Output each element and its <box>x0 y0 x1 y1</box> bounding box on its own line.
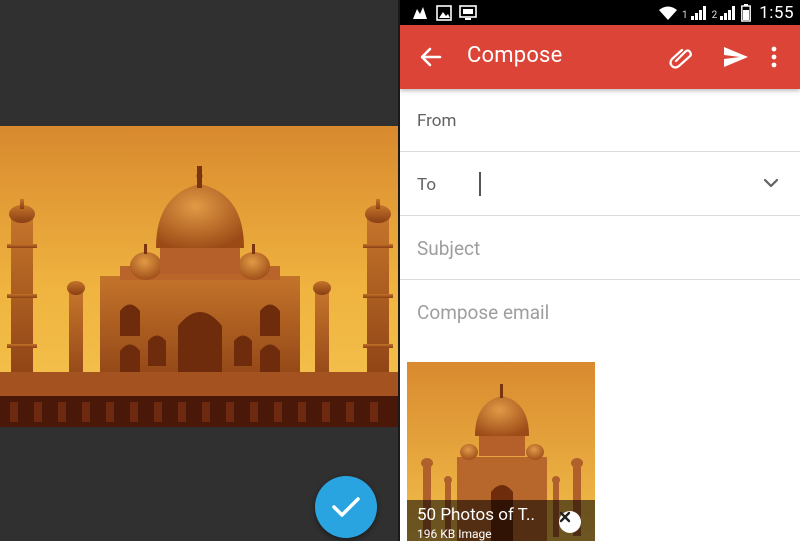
signal-icon <box>690 5 706 20</box>
attachment-meta: 196 KB Image <box>417 527 492 541</box>
gallery-notification-icon <box>436 4 452 21</box>
close-icon <box>559 511 571 523</box>
compose-body-input[interactable]: Compose email <box>417 301 549 324</box>
more-vert-icon[interactable] <box>768 44 780 70</box>
from-field[interactable]: From <box>400 89 800 152</box>
to-label: To <box>417 175 437 195</box>
sim2-label: 2 <box>711 10 718 21</box>
notification-app-icon <box>413 6 427 19</box>
page-title: Compose <box>467 43 563 68</box>
confirm-fab[interactable] <box>315 476 377 538</box>
battery-icon <box>741 3 752 22</box>
chevron-down-icon[interactable] <box>763 175 779 191</box>
app-bar: Compose <box>400 25 800 89</box>
attachment-card[interactable]: 50 Photos of T.. 196 KB Image <box>407 362 595 541</box>
attachment-info-bar: 50 Photos of T.. 196 KB Image <box>407 500 595 541</box>
photo-viewer <box>0 0 398 541</box>
subject-placeholder: Subject <box>417 237 481 260</box>
back-arrow-icon[interactable] <box>418 44 444 70</box>
taj-mahal-photo <box>0 126 398 427</box>
to-field[interactable]: To <box>400 152 800 216</box>
text-cursor <box>479 172 481 196</box>
from-label: From <box>417 111 457 131</box>
send-icon[interactable] <box>722 44 750 70</box>
checkmark-icon <box>332 497 360 517</box>
compose-screen: 1 2 1:55 Compose From To Subject Compose… <box>400 0 800 541</box>
wifi-icon <box>658 6 677 20</box>
remove-attachment-button[interactable] <box>559 511 581 533</box>
signal-icon <box>720 5 736 20</box>
subject-field[interactable]: Subject <box>400 216 800 280</box>
attachment-name: 50 Photos of T.. <box>417 505 535 525</box>
screenshot-notification-icon <box>459 4 477 20</box>
paperclip-icon[interactable] <box>668 44 694 70</box>
clock: 1:55 <box>759 2 794 23</box>
status-bar: 1 2 1:55 <box>400 0 800 25</box>
sim1-label: 1 <box>681 10 688 21</box>
